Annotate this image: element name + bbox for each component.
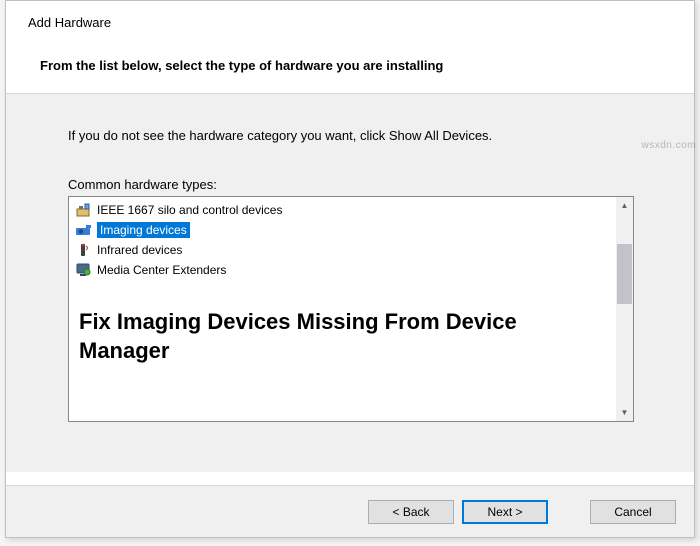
scrollbar-vertical[interactable]: ▲ ▼ (616, 197, 633, 421)
mce-icon (75, 262, 93, 278)
scroll-thumb[interactable] (617, 244, 632, 304)
wizard-instruction: From the list below, select the type of … (28, 58, 672, 73)
scroll-track[interactable] (616, 214, 633, 404)
window-title: Add Hardware (28, 15, 672, 30)
infrared-icon (75, 242, 93, 258)
list-item-label: Imaging devices (97, 222, 190, 238)
hint-text: If you do not see the hardware category … (68, 128, 634, 143)
scroll-down-button[interactable]: ▼ (616, 404, 633, 421)
wizard-footer: < Back Next > Cancel (6, 485, 694, 537)
list-item[interactable]: Media Center Extenders (71, 260, 616, 280)
list-item[interactable]: IEEE 1667 silo and control devices (71, 200, 616, 220)
back-button[interactable]: < Back (368, 500, 454, 524)
list-label: Common hardware types: (68, 177, 634, 192)
list-item-label: Media Center Extenders (97, 263, 226, 277)
silo-icon (75, 202, 93, 218)
list-item[interactable]: Imaging devices (71, 220, 616, 240)
wizard-header: Add Hardware From the list below, select… (6, 1, 694, 94)
list-item-label: IEEE 1667 silo and control devices (97, 203, 282, 217)
next-button[interactable]: Next > (462, 500, 548, 524)
list-item[interactable]: Infrared devices (71, 240, 616, 260)
wizard-content-area: If you do not see the hardware category … (6, 94, 694, 472)
hardware-types-listbox[interactable]: IEEE 1667 silo and control devices Imagi… (68, 196, 634, 422)
add-hardware-wizard-window: Add Hardware From the list below, select… (5, 0, 695, 538)
cancel-button[interactable]: Cancel (590, 500, 676, 524)
watermark-text: wsxdn.com (641, 140, 696, 151)
overlay-caption: Fix Imaging Devices Missing From Device … (71, 280, 616, 365)
imaging-icon (75, 222, 93, 238)
scroll-up-button[interactable]: ▲ (616, 197, 633, 214)
list-item-label: Infrared devices (97, 243, 182, 257)
list-inner: IEEE 1667 silo and control devices Imagi… (69, 197, 616, 421)
